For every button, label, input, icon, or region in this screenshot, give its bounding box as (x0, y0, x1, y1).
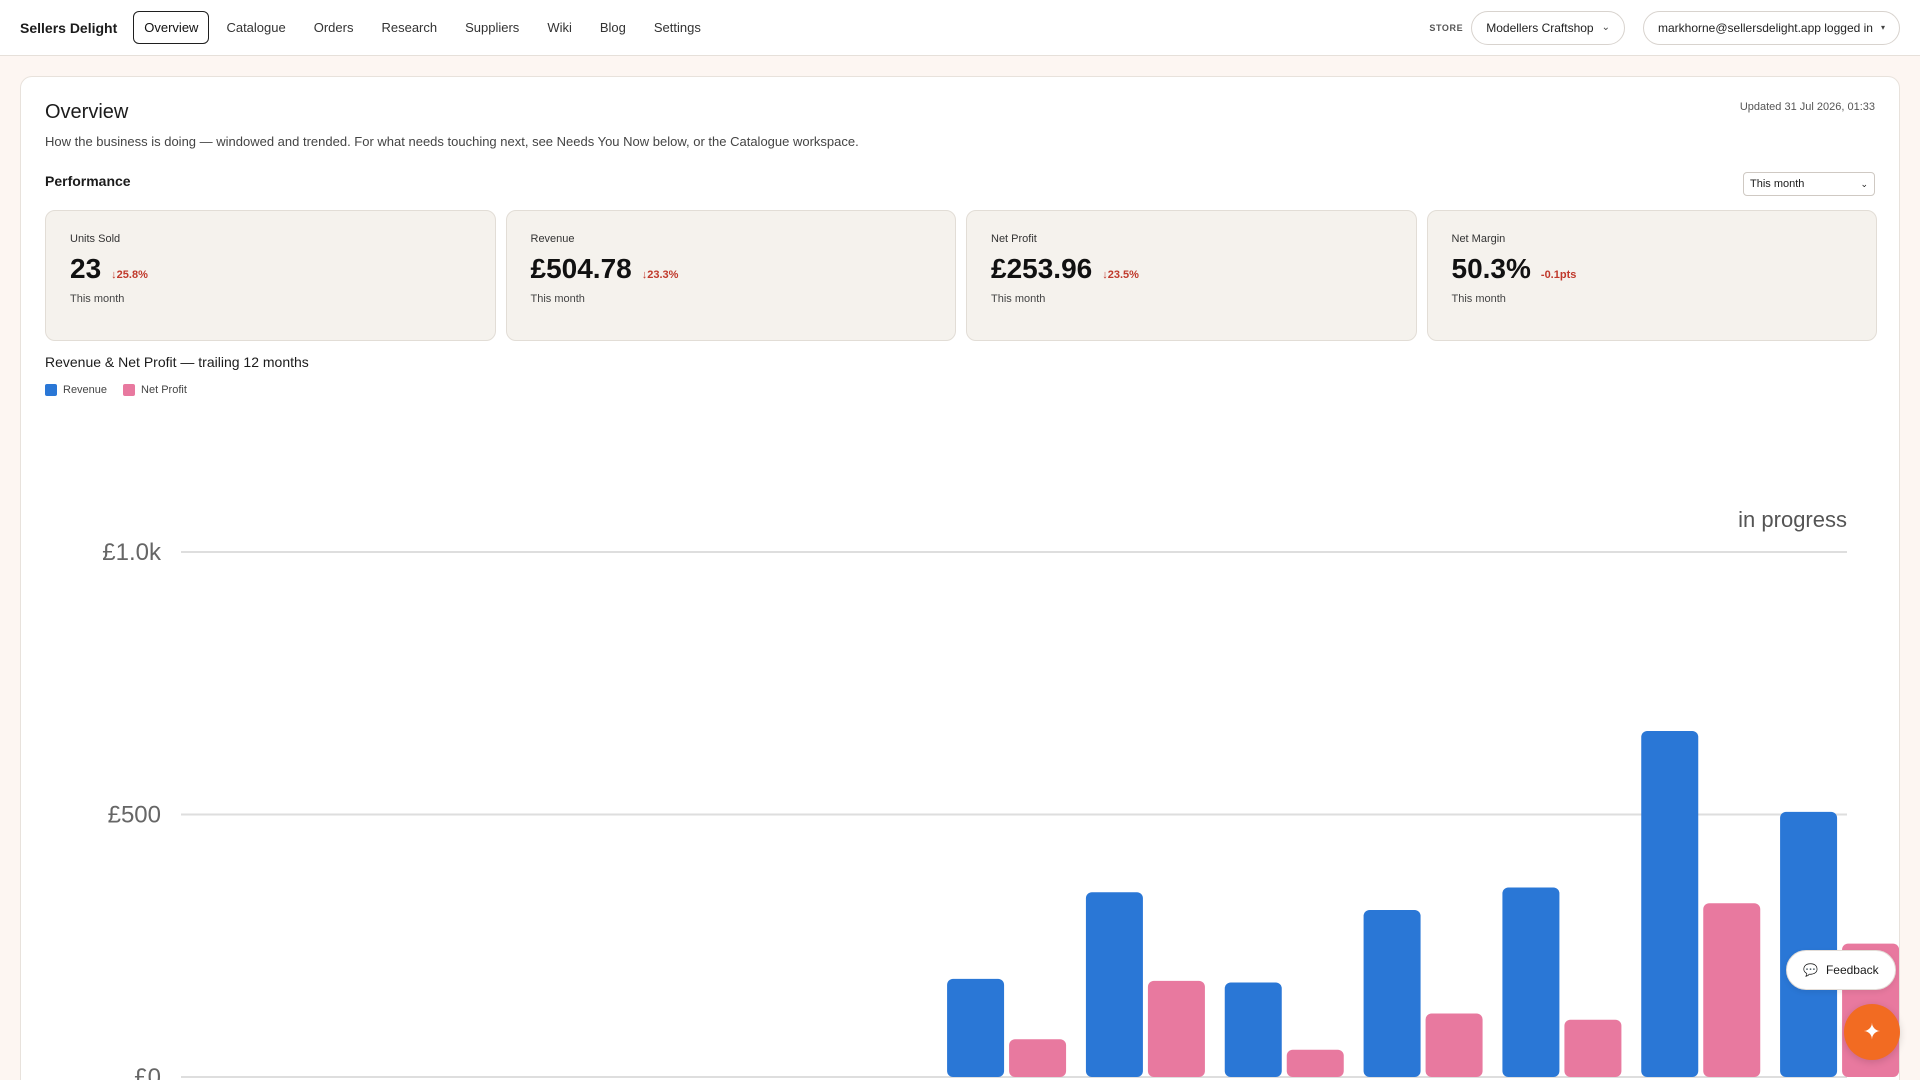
kpi-value: £253.96 (991, 253, 1093, 284)
sparkle-icon: ✦ (1862, 1019, 1882, 1044)
bar-revenue (1085, 892, 1143, 1077)
bar-revenue (1780, 811, 1838, 1077)
nav-suppliers[interactable]: Suppliers (454, 11, 530, 44)
kpi-value: 23 (70, 253, 102, 284)
kpi-label: Revenue (530, 233, 575, 245)
revenue-profit-chart: in progress£0£500£1.0kAugSepOctNovDecJan… (102, 507, 1899, 1080)
legend-label: Net Profit (141, 384, 187, 396)
store-value: Modellers Craftshop (1486, 20, 1594, 35)
bar-net-profit (1147, 980, 1205, 1077)
kpi-label: Net Profit (991, 233, 1037, 245)
nav-wiki[interactable]: Wiki (536, 11, 583, 44)
kpi-label: Net Margin (1451, 233, 1506, 245)
user-menu[interactable]: markhorne@sellersdelight.app logged in ▾ (1643, 10, 1900, 45)
nav-orders[interactable]: Orders (303, 11, 365, 44)
bar-revenue (1363, 910, 1421, 1077)
range-value: This month (1750, 178, 1805, 190)
kpi-delta: ↓23.3% (641, 269, 679, 281)
chart-title: Revenue & Net Profit — trailing 12 month… (45, 354, 309, 370)
page-subtitle: How the business is doing — windowed and… (45, 134, 859, 149)
store-label: STORE (1429, 22, 1464, 33)
nav-overview[interactable]: Overview (133, 11, 210, 44)
kpi-period: This month (70, 293, 125, 305)
bar-revenue (947, 978, 1005, 1077)
kpi-net-margin: Net Margin 50.3% -0.1pts This month (1426, 210, 1877, 341)
bar-revenue (1224, 982, 1282, 1077)
nav-catalogue[interactable]: Catalogue (215, 11, 296, 44)
bar-net-profit (1286, 1049, 1344, 1077)
kpi-row: Units Sold 23 ↓25.8% This month Revenue … (45, 210, 1877, 341)
updated-timestamp: Updated 31 Jul 2026, 01:33 (1739, 101, 1875, 113)
main-nav: Overview Catalogue Orders Research Suppl… (133, 11, 712, 44)
legend-revenue[interactable]: Revenue (45, 384, 107, 396)
y-tick-label: £0 (134, 1064, 161, 1080)
bar-net-profit (1564, 1019, 1622, 1077)
kpi-net-profit: Net Profit £253.96 ↓23.5% This month (966, 210, 1417, 341)
kpi-revenue: Revenue £504.78 ↓23.3% This month (505, 210, 956, 341)
kpi-period: This month (530, 293, 585, 305)
legend-net-profit[interactable]: Net Profit (123, 384, 187, 396)
legend-swatch-net-profit (123, 384, 136, 396)
kpi-units-sold: Units Sold 23 ↓25.8% This month (45, 210, 496, 341)
kpi-delta: ↓25.8% (111, 269, 148, 281)
performance-heading: Performance (45, 173, 131, 189)
kpi-period: This month (1451, 293, 1506, 305)
nav-research[interactable]: Research (370, 11, 448, 44)
overview-card: Overview Updated 31 Jul 2026, 01:33 How … (20, 76, 1900, 1080)
range-select[interactable]: This month ⌄ (1743, 172, 1875, 196)
page-title: Overview (45, 101, 129, 123)
kpi-delta: ↓23.5% (1102, 269, 1139, 281)
kpi-value: 50.3% (1451, 253, 1531, 284)
nav-blog[interactable]: Blog (589, 11, 637, 44)
kpi-period: This month (991, 293, 1046, 305)
feedback-label: Feedback (1825, 963, 1879, 977)
legend-label: Revenue (63, 384, 108, 396)
store-select[interactable]: Modellers Craftshop ⌄ (1471, 10, 1625, 45)
kpi-delta: -0.1pts (1540, 269, 1577, 281)
bar-net-profit (1425, 1013, 1483, 1077)
feedback-button[interactable]: 💬 Feedback (1786, 950, 1896, 990)
chart-legend: Revenue Net Profit (45, 384, 187, 396)
chevron-down-icon: ⌄ (1860, 178, 1868, 189)
caret-down-icon: ▾ (1880, 23, 1885, 32)
chevron-down-icon: ⌄ (1601, 22, 1610, 33)
assistant-fab[interactable]: ✦ (1844, 1004, 1900, 1060)
y-tick-label: £500 (108, 802, 161, 829)
kpi-label: Units Sold (70, 233, 121, 245)
bar-net-profit (1009, 1039, 1067, 1077)
bar-revenue (1641, 731, 1699, 1077)
brand-name[interactable]: Sellers Delight (20, 20, 117, 36)
user-text: markhorne@sellersdelight.app logged in (1658, 20, 1873, 35)
in-progress-label: in progress (1738, 507, 1847, 532)
kpi-value: £504.78 (530, 253, 632, 284)
bar-revenue (1502, 887, 1560, 1077)
top-bar: Sellers Delight Overview Catalogue Order… (0, 0, 1920, 56)
y-tick-label: £1.0k (102, 539, 162, 566)
legend-swatch-revenue (45, 384, 57, 396)
bar-net-profit (1703, 903, 1761, 1077)
speech-bubble-icon: 💬 (1803, 963, 1818, 977)
nav-settings[interactable]: Settings (643, 11, 712, 44)
